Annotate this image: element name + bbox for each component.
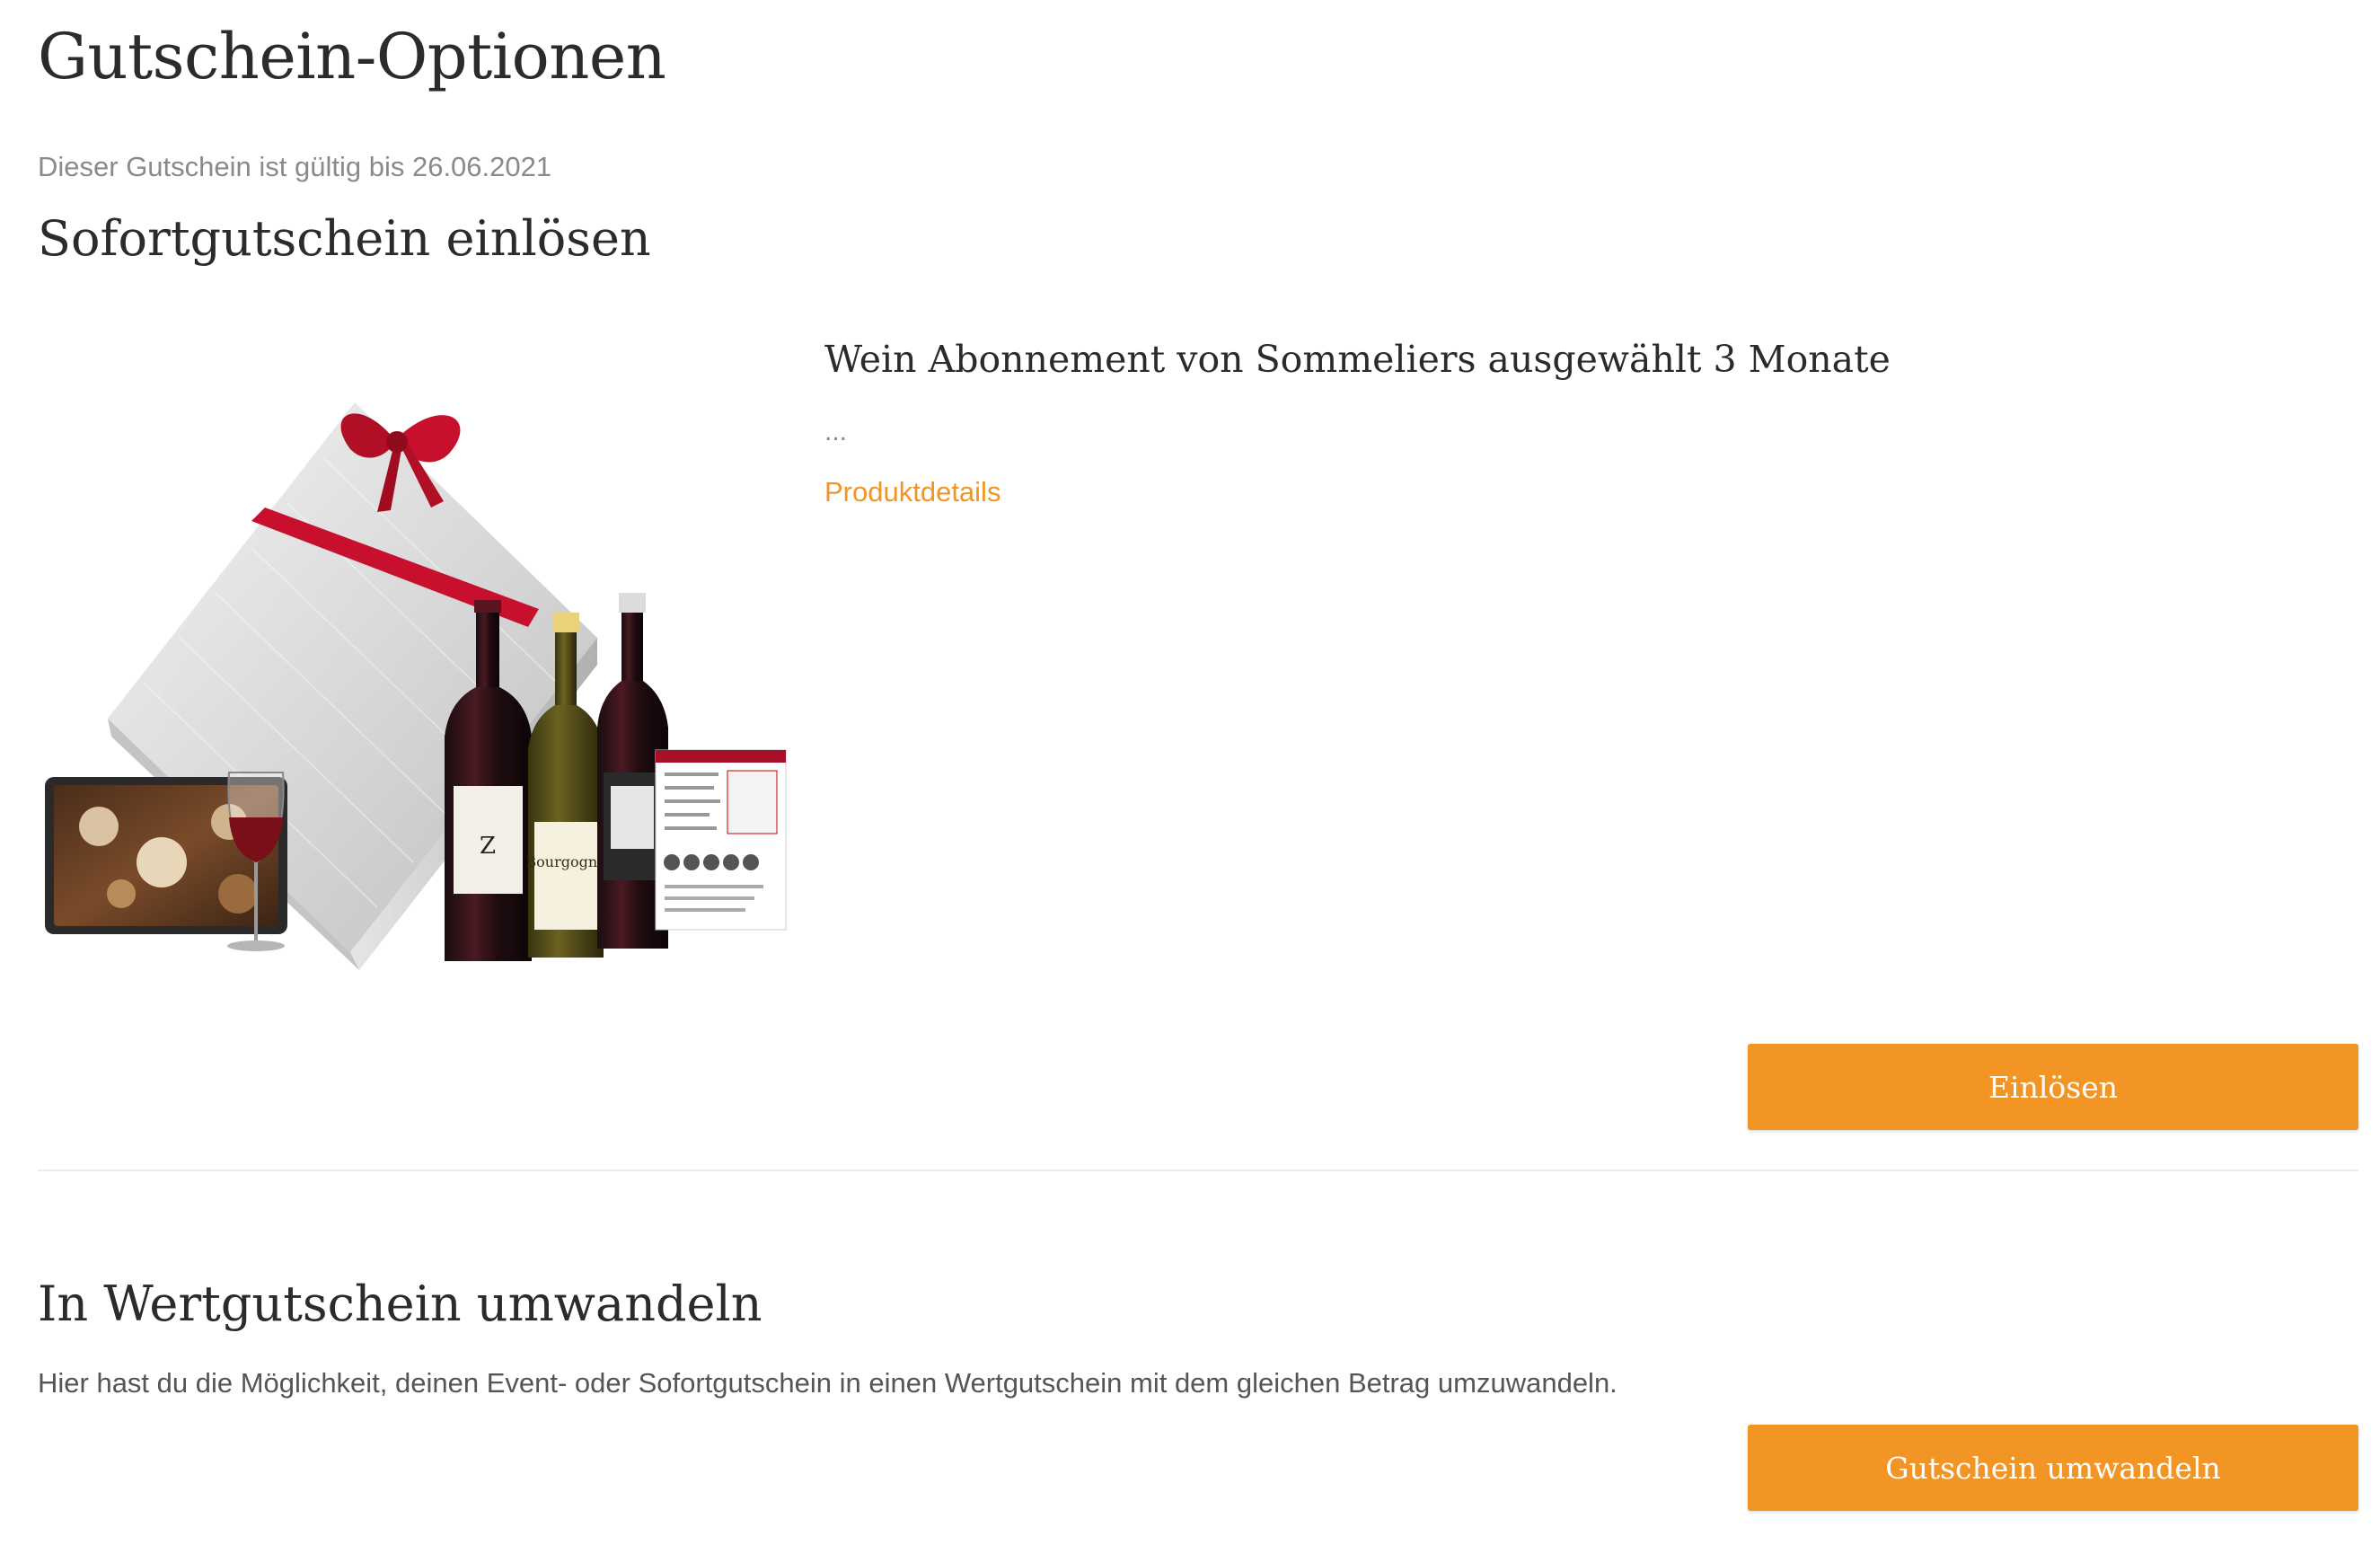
page-title: Gutschein-Optionen [38,20,666,93]
svg-text:Z: Z [480,833,496,860]
product-title: Wein Abonnement von Sommeliers ausgewähl… [824,338,1891,381]
voucher-validity-text: Dieser Gutschein ist gültig bis 26.06.20… [38,151,552,182]
product-description: ... [824,417,848,446]
convert-description: Hier hast du die Möglichkeit, deinen Eve… [38,1367,1618,1399]
wine-brochure [655,749,787,931]
convert-voucher-button[interactable]: Gutschein umwandeln [1748,1425,2358,1511]
convert-section-title: In Wertgutschein umwandeln [38,1276,762,1332]
section-divider [38,1170,2358,1171]
redeem-section-title: Sofortgutschein einlösen [38,210,651,267]
svg-text:Bourgogne: Bourgogne [525,853,605,870]
redeem-button[interactable]: Einlösen [1748,1044,2358,1130]
product-image: Z Bourgogne [45,402,787,970]
product-details-link[interactable]: Produktdetails [824,476,1000,508]
